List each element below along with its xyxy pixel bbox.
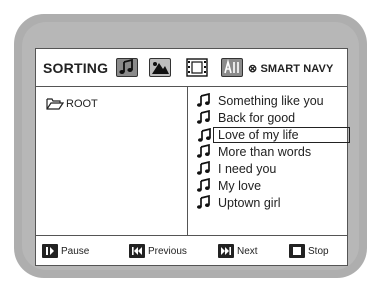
previous-label: Previous (148, 246, 187, 257)
tab-music[interactable] (116, 58, 138, 77)
root-label: ROOT (66, 98, 98, 110)
next-label: Next (237, 246, 258, 257)
stop-label: Stop (308, 246, 329, 257)
photo-icon (152, 62, 169, 74)
next-key-icon (218, 244, 234, 258)
menu-screen: SORTING ⊗ SMART NAVY ROOT Something like… (35, 48, 350, 267)
tab-photo[interactable] (149, 58, 171, 77)
song-title: Love of my life (218, 128, 299, 142)
stop-key-icon (289, 244, 305, 258)
tab-all[interactable] (221, 58, 243, 77)
music-note-icon (196, 109, 212, 128)
song-title: I need you (218, 162, 277, 176)
song-title: My love (218, 179, 262, 193)
sorting-title: SORTING (43, 60, 109, 76)
music-note-icon (196, 143, 212, 162)
folder-open-icon (46, 98, 64, 110)
song-item[interactable]: My love (196, 177, 346, 196)
control-bar: Pause Previous Next Stop (36, 235, 347, 267)
music-note-icon (196, 160, 212, 179)
song-title: Something like you (218, 94, 324, 108)
folder-pane: ROOT (36, 87, 188, 235)
smart-navy-brand: ⊗ SMART NAVY (248, 63, 334, 75)
song-item[interactable]: More than words (196, 143, 346, 162)
music-note-icon (196, 92, 212, 111)
film-icon (186, 58, 208, 77)
menu-header: SORTING ⊗ SMART NAVY (36, 49, 347, 87)
pause-label: Pause (61, 246, 90, 257)
all-icon (224, 59, 239, 74)
song-item[interactable]: Something like you (196, 92, 346, 111)
song-item[interactable]: I need you (196, 160, 346, 179)
previous-key-icon (129, 244, 145, 258)
song-title: Back for good (218, 111, 296, 125)
music-note-icon (119, 59, 133, 74)
tab-movie[interactable] (186, 58, 208, 77)
song-title: More than words (218, 145, 312, 159)
music-note-icon (196, 177, 212, 196)
pause-key-icon (42, 244, 58, 258)
song-title: Uptown girl (218, 196, 281, 210)
song-item[interactable]: Uptown girl (196, 194, 346, 213)
song-item[interactable]: Back for good (196, 109, 346, 128)
song-item[interactable]: Love of my life (198, 127, 350, 143)
music-note-icon (196, 194, 212, 213)
